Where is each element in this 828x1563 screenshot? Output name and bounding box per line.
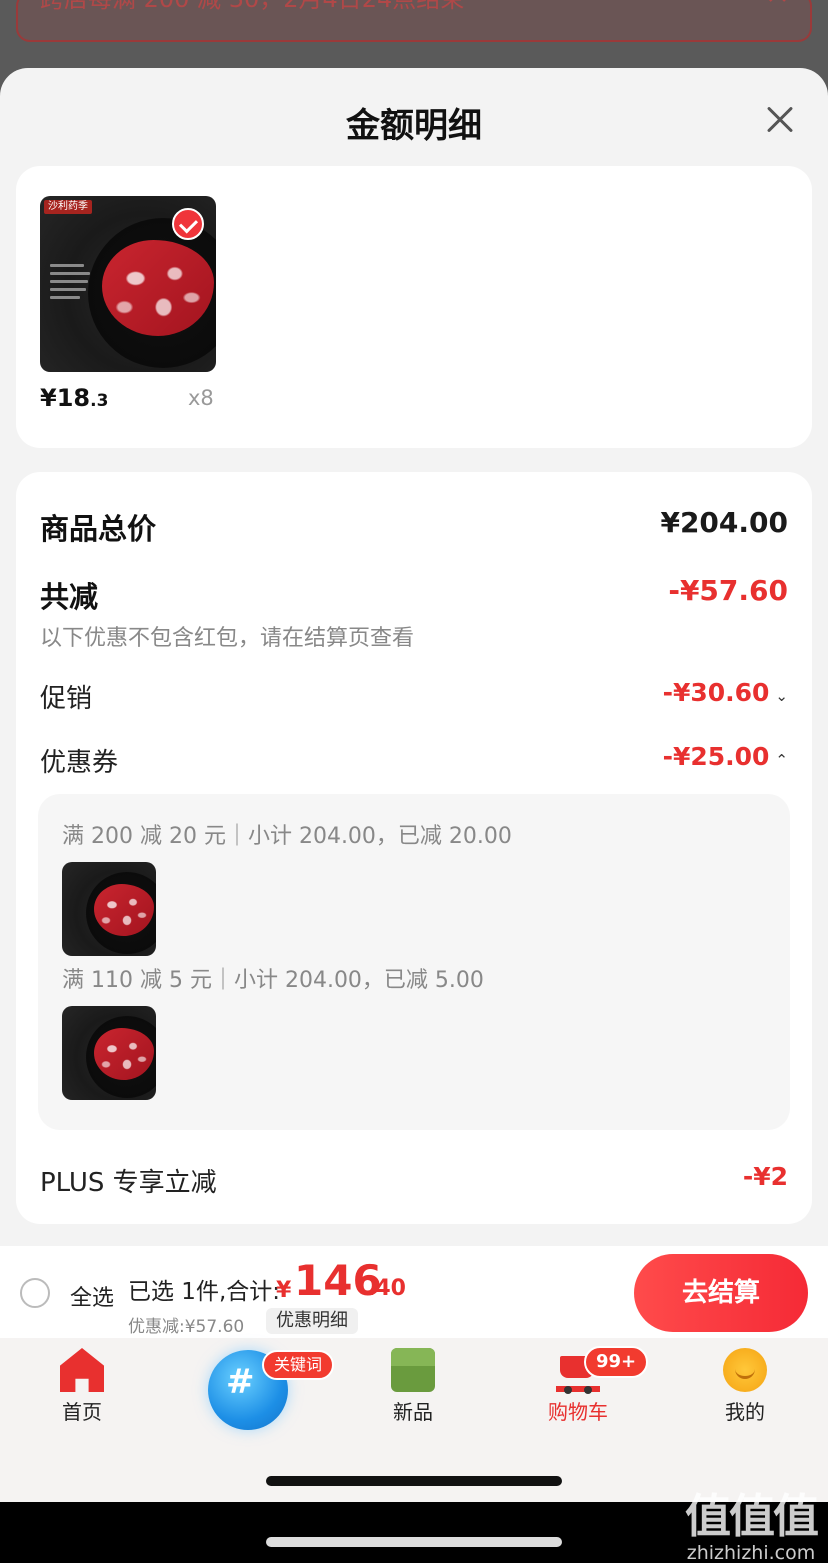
total-currency: ¥ (276, 1278, 292, 1303)
chevron-up-icon: ⌃ (775, 751, 788, 769)
checkout-button[interactable]: 去结算 (634, 1254, 808, 1332)
watermark-url: zhizhizhi.com (686, 1542, 816, 1563)
close-icon[interactable] (760, 100, 800, 140)
sheet-title: 金额明细 (346, 106, 482, 146)
coupon-product-image[interactable] (62, 862, 156, 956)
box-icon (391, 1348, 435, 1392)
plus-value: -¥2 (742, 1162, 788, 1191)
home-indicator (266, 1537, 562, 1547)
reduce-value: -¥57.60 (668, 574, 788, 607)
cart-count-badge: 99+ (584, 1346, 649, 1378)
select-all-radio[interactable] (20, 1278, 50, 1308)
selected-count-text: 已选 1件,合计: (128, 1279, 281, 1305)
topic-icon: # (226, 1362, 255, 1402)
tab-label: 首页 (62, 1400, 102, 1424)
discount-detail-link[interactable]: 优惠明细 (266, 1308, 358, 1334)
plus-label: PLUS 专享立减 (40, 1168, 217, 1198)
home-indicator (266, 1476, 562, 1486)
total-value: ¥204.00 (660, 506, 788, 539)
tab-label: 我的 (725, 1400, 765, 1424)
promo-banner-text: 跨店每满 200 减 30，2月4日24点结束 (40, 0, 464, 11)
chevron-down-icon: ⌄ (775, 687, 788, 705)
product-image[interactable]: 沙利药季 (40, 196, 216, 372)
coupon-detail-box: 满 200 减 20 元｜小计 204.00，已减 20.00 满 110 减 … (38, 794, 790, 1130)
selected-check-icon[interactable] (172, 208, 204, 240)
tab-label: 新品 (393, 1400, 433, 1424)
reduce-label: 共减 (40, 580, 99, 614)
product-price: ¥18.3 (40, 384, 109, 412)
smile-icon (723, 1348, 767, 1392)
close-icon[interactable]: ✕ (765, 0, 790, 10)
checkout-bar: 全选 已选 1件,合计: ¥ 146 .40 优惠减:¥57.60 优惠明细 去… (0, 1246, 828, 1338)
tab-home[interactable]: 首页 (22, 1348, 142, 1425)
product-card: 沙利药季 ¥18.3 x8 (16, 166, 812, 448)
tab-new[interactable]: 新品 (353, 1348, 473, 1425)
watermark: 值值值 zhizhizhi.com (676, 1480, 826, 1563)
product-quantity: x8 (188, 386, 214, 410)
select-all-label[interactable]: 全选 (70, 1280, 114, 1312)
keyword-badge: 关键词 (262, 1350, 335, 1380)
product-image-tag: 沙利药季 (44, 200, 92, 214)
promo-label: 促销 (40, 684, 93, 714)
price-detail-card: 商品总价 ¥204.00 共减 -¥57.60 以下优惠不包含红包，请在结算页查… (16, 472, 812, 1224)
coupon-value: -¥25.00 ⌃ (662, 742, 788, 771)
watermark-logo: 值值值 (685, 1489, 819, 1543)
discount-text: 优惠减:¥57.60 (128, 1317, 245, 1337)
discount-note: 以下优惠不包含红包，请在结算页查看 (40, 626, 415, 651)
coupon-label: 优惠券 (40, 748, 119, 778)
promo-banner: 跨店每满 200 减 30，2月4日24点结束 ✕ (16, 0, 812, 42)
tab-label: 购物车 (548, 1400, 608, 1424)
home-icon (60, 1348, 104, 1392)
amount-detail-sheet: 金额明细 沙利药季 ¥18.3 x8 商品总价 ¥204.00 共减 -¥57.… (0, 68, 828, 1358)
coupon-line: 满 110 减 5 元｜小计 204.00，已减 5.00 (62, 968, 484, 993)
promo-value: -¥30.60 ⌄ (662, 678, 788, 707)
coupon-product-image[interactable] (62, 1006, 156, 1100)
total-label: 商品总价 (40, 512, 157, 546)
total-amount-dec: .40 (367, 1276, 406, 1301)
coupon-line: 满 200 减 20 元｜小计 204.00，已减 20.00 (62, 824, 512, 849)
tab-me[interactable]: 我的 (685, 1348, 805, 1425)
